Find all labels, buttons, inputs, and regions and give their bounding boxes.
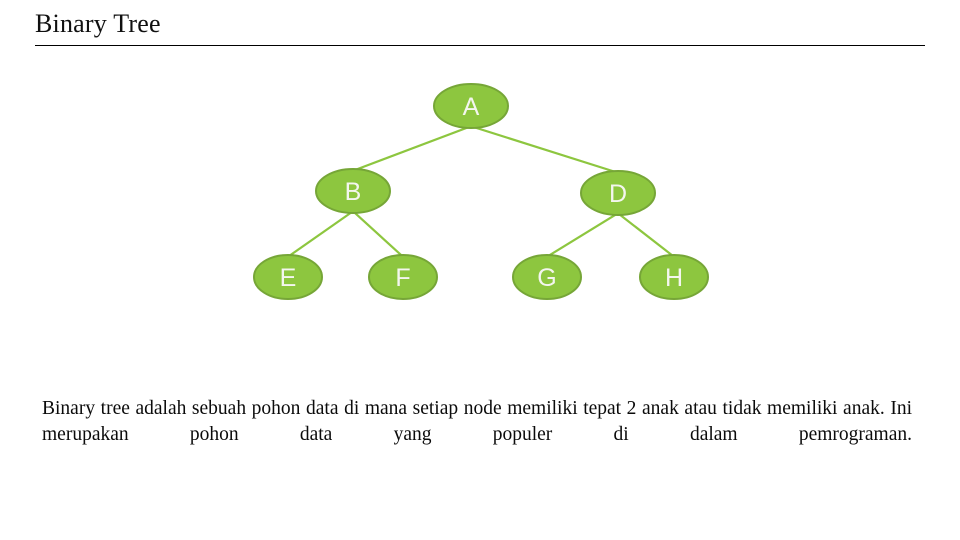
tree-node-label: B bbox=[345, 178, 362, 206]
tree-node-label: H bbox=[665, 264, 683, 292]
title-divider bbox=[35, 45, 925, 46]
tree-node-label: D bbox=[609, 180, 627, 208]
tree-node-f[interactable]: F bbox=[368, 254, 438, 300]
tree-node-h[interactable]: H bbox=[639, 254, 709, 300]
tree-node-label: E bbox=[280, 264, 297, 292]
slide-canvas: Binary Tree A B D E F G H Binary tree adalah s… bbox=[0, 0, 960, 540]
tree-node-label: A bbox=[463, 93, 480, 121]
page-title: Binary Tree bbox=[35, 9, 161, 38]
tree-node-label: F bbox=[395, 264, 410, 292]
tree-edge-a-b bbox=[352, 125, 472, 172]
tree-node-a[interactable]: A bbox=[433, 83, 509, 129]
binary-tree-svg: A B D E F G H bbox=[253, 83, 709, 300]
description-paragraph: Binary tree adalah sebuah pohon data di … bbox=[42, 397, 912, 445]
tree-edge-b-f bbox=[352, 210, 404, 258]
tree-node-label: G bbox=[537, 264, 556, 292]
tree-node-g[interactable]: G bbox=[512, 254, 582, 300]
tree-edge-a-d bbox=[470, 125, 619, 174]
tree-node-e[interactable]: E bbox=[253, 254, 323, 300]
tree-node-b[interactable]: B bbox=[315, 168, 391, 214]
binary-tree-diagram: A B D E F G H bbox=[0, 60, 960, 320]
tree-edge-b-e bbox=[287, 210, 354, 258]
tree-node-d[interactable]: D bbox=[580, 170, 656, 216]
tree-edge-d-g bbox=[546, 212, 619, 258]
tree-edge-d-h bbox=[617, 212, 675, 258]
